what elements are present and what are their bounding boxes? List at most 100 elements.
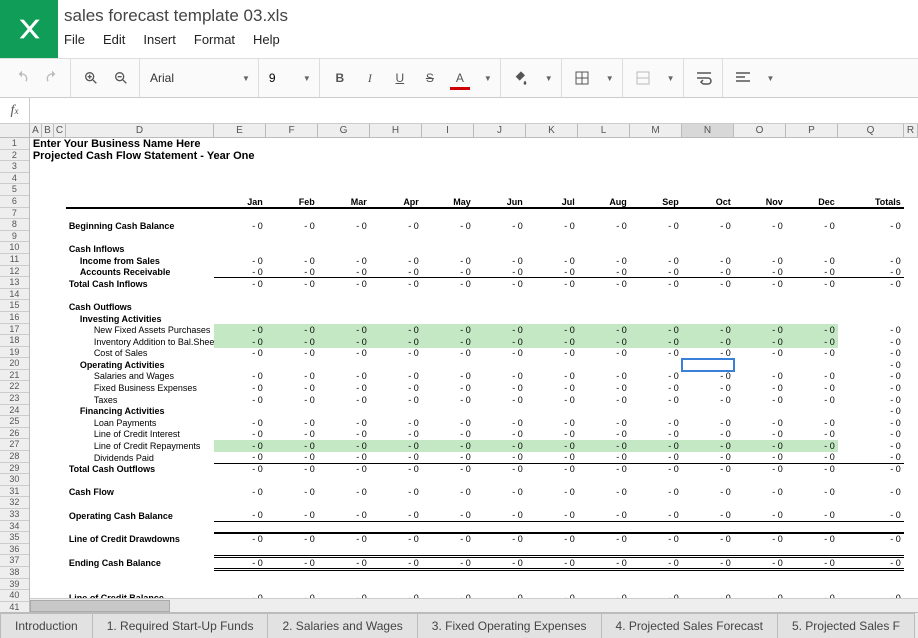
column-header-M[interactable]: M xyxy=(630,124,682,137)
sheet-tab-4[interactable]: 4. Projected Sales Forecast xyxy=(601,613,778,638)
borders-button[interactable] xyxy=(572,68,592,88)
row-header-15[interactable]: 15 xyxy=(0,300,29,312)
italic-button[interactable]: I xyxy=(360,68,380,88)
row-header-16[interactable]: 16 xyxy=(0,312,29,324)
zoom-in-button[interactable] xyxy=(81,68,101,88)
column-header-B[interactable]: B xyxy=(42,124,54,137)
strikethrough-button[interactable]: S xyxy=(420,68,440,88)
column-header-E[interactable]: E xyxy=(214,124,266,137)
column-header-O[interactable]: O xyxy=(734,124,786,137)
row-header-40[interactable]: 40 xyxy=(0,590,29,602)
select-all-corner[interactable] xyxy=(0,124,30,137)
row-header-5[interactable]: 5 xyxy=(0,184,29,196)
sheet-tab-1[interactable]: 1. Required Start-Up Funds xyxy=(92,613,269,638)
row-header-31[interactable]: 31 xyxy=(0,486,29,498)
row-header-33[interactable]: 33 xyxy=(0,509,29,521)
sheet-tab-2[interactable]: 2. Salaries and Wages xyxy=(267,613,417,638)
column-header-G[interactable]: G xyxy=(318,124,370,137)
scrollbar-thumb[interactable] xyxy=(30,600,170,612)
column-header-N[interactable]: N xyxy=(682,124,734,137)
row-header-11[interactable]: 11 xyxy=(0,254,29,266)
menu-format[interactable]: Format xyxy=(194,32,235,47)
column-header-R[interactable]: R xyxy=(904,124,918,137)
undo-button[interactable] xyxy=(12,68,32,88)
row-header-6[interactable]: 6 xyxy=(0,196,29,208)
row-6: JanFebMarAprMayJunJulAugSepOctNovDecTota… xyxy=(30,197,918,209)
sheet-tab-3[interactable]: 3. Fixed Operating Expenses xyxy=(417,613,602,638)
merge-cells-button[interactable] xyxy=(633,68,653,88)
row-header-8[interactable]: 8 xyxy=(0,219,29,231)
horizontal-scrollbar[interactable] xyxy=(30,598,918,612)
toolbar: Arial▼ 9▼ B I U S A▼ ▼ ▼ ▼ ▼ xyxy=(0,58,918,98)
redo-button[interactable] xyxy=(42,68,62,88)
row-header-37[interactable]: 37 xyxy=(0,555,29,567)
row-27: Line of Credit Repayments- 0- 0- 0- 0- 0… xyxy=(30,440,918,452)
row-header-7[interactable]: 7 xyxy=(0,208,29,220)
fill-color-button[interactable] xyxy=(511,68,531,88)
zoom-out-button[interactable] xyxy=(111,68,131,88)
row-28: Dividends Paid- 0- 0- 0- 0- 0- 0- 0- 0- … xyxy=(30,452,918,464)
wrap-text-button[interactable] xyxy=(694,68,714,88)
column-header-L[interactable]: L xyxy=(578,124,630,137)
row-header-30[interactable]: 30 xyxy=(0,474,29,486)
row-header-24[interactable]: 24 xyxy=(0,405,29,417)
menu-insert[interactable]: Insert xyxy=(143,32,176,47)
row-header-2[interactable]: 2 xyxy=(0,150,29,162)
column-header-Q[interactable]: Q xyxy=(838,124,904,137)
row-header-28[interactable]: 28 xyxy=(0,451,29,463)
column-header-F[interactable]: F xyxy=(266,124,318,137)
text-color-button[interactable]: A xyxy=(450,68,470,88)
row-header-26[interactable]: 26 xyxy=(0,428,29,440)
row-header-17[interactable]: 17 xyxy=(0,324,29,336)
menu-file[interactable]: File xyxy=(64,32,85,47)
row-header-12[interactable]: 12 xyxy=(0,266,29,278)
row-1: Enter Your Business Name Here xyxy=(30,138,918,150)
menu-edit[interactable]: Edit xyxy=(103,32,125,47)
cell-grid[interactable]: Enter Your Business Name HereProjected C… xyxy=(30,138,918,612)
column-header-A[interactable]: A xyxy=(30,124,42,137)
row-header-41[interactable]: 41 xyxy=(0,602,29,612)
row-header-13[interactable]: 13 xyxy=(0,277,29,289)
bold-button[interactable]: B xyxy=(330,68,350,88)
row-header-3[interactable]: 3 xyxy=(0,161,29,173)
menu-help[interactable]: Help xyxy=(253,32,280,47)
column-header-I[interactable]: I xyxy=(422,124,474,137)
sheet-tab-5[interactable]: 5. Projected Sales F xyxy=(777,613,915,638)
sheet-tab-0[interactable]: Introduction xyxy=(0,613,93,638)
underline-button[interactable]: U xyxy=(390,68,410,88)
row-21: Salaries and Wages- 0- 0- 0- 0- 0- 0- 0-… xyxy=(30,371,918,383)
column-header-J[interactable]: J xyxy=(474,124,526,137)
row-header-19[interactable]: 19 xyxy=(0,347,29,359)
row-header-29[interactable]: 29 xyxy=(0,463,29,475)
row-39 xyxy=(30,581,918,593)
row-header-10[interactable]: 10 xyxy=(0,242,29,254)
column-header-C[interactable]: C xyxy=(54,124,66,137)
column-header-H[interactable]: H xyxy=(370,124,422,137)
row-header-36[interactable]: 36 xyxy=(0,544,29,556)
row-header-21[interactable]: 21 xyxy=(0,370,29,382)
font-size-select[interactable]: 9 xyxy=(269,71,289,85)
row-header-34[interactable]: 34 xyxy=(0,521,29,533)
row-header-22[interactable]: 22 xyxy=(0,381,29,393)
row-37: Ending Cash Balance- 0- 0- 0- 0- 0- 0- 0… xyxy=(30,556,918,569)
row-header-39[interactable]: 39 xyxy=(0,579,29,591)
column-header-D[interactable]: D xyxy=(66,124,214,137)
row-header-18[interactable]: 18 xyxy=(0,335,29,347)
row-header-25[interactable]: 25 xyxy=(0,416,29,428)
column-header-P[interactable]: P xyxy=(786,124,838,137)
row-header-23[interactable]: 23 xyxy=(0,393,29,405)
column-header-K[interactable]: K xyxy=(526,124,578,137)
row-header-20[interactable]: 20 xyxy=(0,358,29,370)
formula-input[interactable] xyxy=(30,98,918,123)
row-5 xyxy=(30,185,918,197)
row-header-27[interactable]: 27 xyxy=(0,439,29,451)
row-header-35[interactable]: 35 xyxy=(0,532,29,544)
row-header-38[interactable]: 38 xyxy=(0,567,29,579)
align-left-button[interactable] xyxy=(733,68,753,88)
row-header-14[interactable]: 14 xyxy=(0,289,29,301)
font-family-select[interactable]: Arial xyxy=(150,69,228,87)
row-header-1[interactable]: 1 xyxy=(0,138,29,150)
row-header-9[interactable]: 9 xyxy=(0,231,29,243)
row-header-4[interactable]: 4 xyxy=(0,173,29,185)
row-header-32[interactable]: 32 xyxy=(0,497,29,509)
